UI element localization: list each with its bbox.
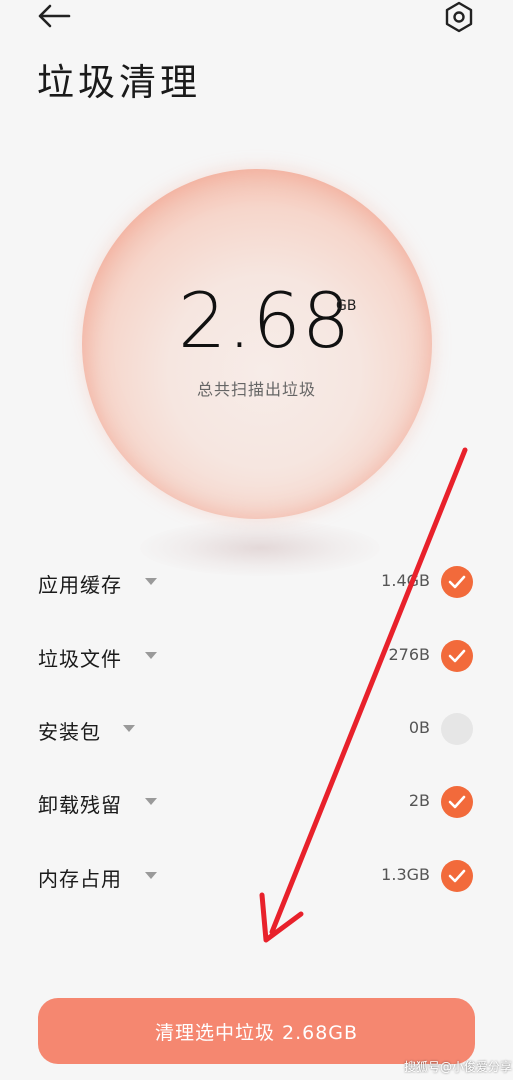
list-item-junk-files[interactable]: 垃圾文件 276B [0, 631, 513, 681]
caret-down-icon[interactable] [145, 652, 157, 659]
item-label: 安装包 [38, 720, 101, 744]
caret-down-icon[interactable] [145, 798, 157, 805]
item-label: 卸载残留 [38, 793, 122, 817]
caret-down-icon[interactable] [145, 872, 157, 879]
top-bar [0, 0, 513, 40]
checkmark-icon [448, 795, 466, 809]
total-junk-caption: 总共扫描出垃圾 [196, 380, 316, 399]
back-arrow-icon[interactable] [36, 2, 72, 30]
checkbox-unchecked[interactable] [441, 713, 473, 745]
item-label: 内存占用 [38, 867, 122, 891]
item-size: 2B [408, 791, 430, 810]
caret-down-icon[interactable] [145, 578, 157, 585]
item-size: 1.3GB [381, 865, 430, 884]
watermark: 搜狐号@小俊爱分享 [404, 1060, 513, 1074]
list-item-uninstall-residue[interactable]: 卸载残留 2B [0, 777, 513, 827]
item-size: 1.4GB [381, 571, 430, 590]
list-item-app-cache[interactable]: 应用缓存 1.4GB [0, 557, 513, 607]
checkmark-icon [448, 575, 466, 589]
item-size: 276B [388, 645, 430, 664]
clean-selected-button[interactable]: 清理选中垃圾 2.68GB [38, 998, 475, 1064]
list-item-install-packages[interactable]: 安装包 0B [0, 704, 513, 754]
total-junk-value: 2.68 [178, 276, 352, 365]
checkbox-checked[interactable] [441, 566, 473, 598]
page-title: 垃圾清理 [37, 61, 201, 104]
checkbox-checked[interactable] [441, 640, 473, 672]
checkmark-icon [448, 649, 466, 663]
total-junk-unit: GB [336, 298, 357, 314]
item-label: 应用缓存 [38, 573, 122, 597]
settings-icon[interactable] [442, 0, 476, 34]
item-size: 0B [408, 718, 430, 737]
caret-down-icon[interactable] [123, 725, 135, 732]
checkbox-checked[interactable] [441, 860, 473, 892]
checkmark-icon [448, 869, 466, 883]
list-item-memory-usage[interactable]: 内存占用 1.3GB [0, 851, 513, 901]
checkbox-checked[interactable] [441, 786, 473, 818]
item-label: 垃圾文件 [38, 647, 122, 671]
